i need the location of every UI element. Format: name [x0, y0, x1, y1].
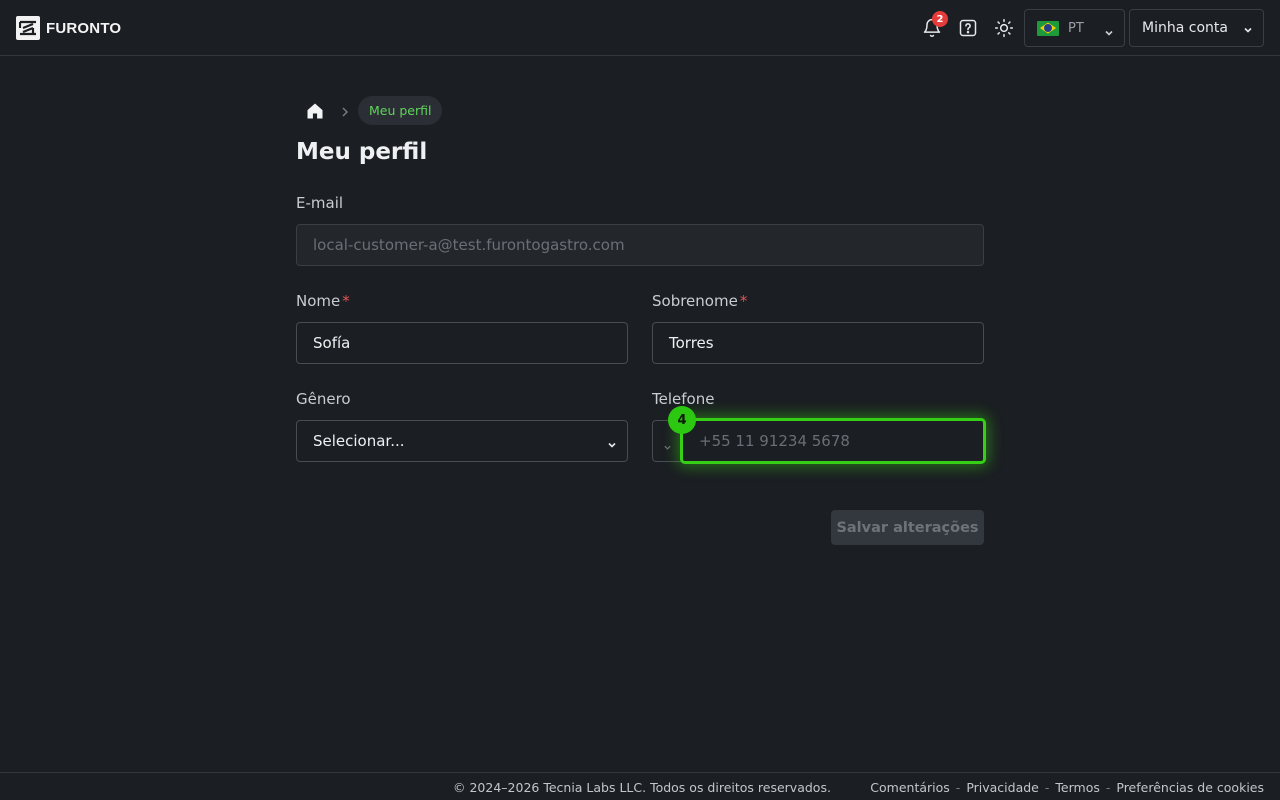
language-selector[interactable]: PT: [1024, 9, 1125, 47]
phone-input[interactable]: +55 11 91234 5678: [680, 418, 986, 464]
notification-count-badge: 2: [932, 11, 948, 27]
sun-icon[interactable]: [992, 16, 1016, 40]
first-name-label: Nome *: [296, 292, 350, 310]
top-bar: FURONTO 2 PT Minha conta: [0, 0, 1280, 56]
last-name-label-text: Sobrenome: [652, 292, 738, 310]
brazil-flag-icon: [1037, 20, 1059, 36]
language-code: PT: [1068, 20, 1084, 36]
home-icon[interactable]: [305, 101, 325, 121]
footer-separator: -: [1044, 780, 1050, 795]
last-name-value: Torres: [669, 334, 714, 352]
gender-select[interactable]: Selecionar...: [296, 420, 628, 462]
gender-selected-value: Selecionar...: [313, 432, 405, 450]
chevron-right-icon: [340, 104, 350, 123]
phone-placeholder: +55 11 91234 5678: [699, 432, 850, 450]
first-name-input[interactable]: Sofía: [296, 322, 628, 364]
chevron-down-icon: [1243, 23, 1253, 39]
account-menu-label: Minha conta: [1142, 20, 1228, 36]
step-marker: 4: [668, 406, 696, 434]
chevron-down-icon: [1104, 23, 1114, 42]
required-mark: *: [342, 292, 350, 310]
email-field: local-customer-a@test.furontogastro.com: [296, 224, 984, 266]
first-name-value: Sofía: [313, 334, 351, 352]
footer-link-terms[interactable]: Termos: [1055, 780, 1099, 795]
footer-link-cookie-preferences[interactable]: Preferências de cookies: [1116, 780, 1264, 795]
footer-separator: -: [1105, 780, 1111, 795]
last-name-input[interactable]: Torres: [652, 322, 984, 364]
brand-logo-icon: [16, 16, 40, 40]
account-menu-button[interactable]: Minha conta: [1129, 9, 1264, 47]
brand-logo[interactable]: FURONTO: [16, 16, 121, 40]
footer-links: Comentários - Privacidade - Termos - Pre…: [870, 780, 1264, 795]
save-button[interactable]: Salvar alterações: [831, 510, 984, 545]
email-label: E-mail: [296, 194, 344, 212]
page-title: Meu perfil: [296, 139, 428, 165]
required-mark: *: [739, 292, 748, 310]
copyright-text: © 2024–2026 Tecnia Labs LLC. Todos os di…: [453, 780, 831, 795]
last-name-label: Sobrenome *: [652, 292, 747, 310]
chevron-down-icon: [663, 437, 672, 456]
email-value: local-customer-a@test.furontogastro.com: [313, 236, 625, 254]
gender-label: Gênero: [296, 390, 351, 408]
footer: © 2024–2026 Tecnia Labs LLC. Todos os di…: [0, 772, 1280, 800]
footer-separator: -: [955, 780, 961, 795]
footer-link-privacy[interactable]: Privacidade: [966, 780, 1039, 795]
chevron-down-icon: [607, 436, 617, 454]
footer-link-feedback[interactable]: Comentários: [870, 780, 950, 795]
brand-name: FURONTO: [46, 19, 122, 37]
help-icon[interactable]: [956, 16, 980, 40]
breadcrumb-current: Meu perfil: [358, 96, 443, 125]
first-name-label-text: Nome: [296, 292, 341, 310]
